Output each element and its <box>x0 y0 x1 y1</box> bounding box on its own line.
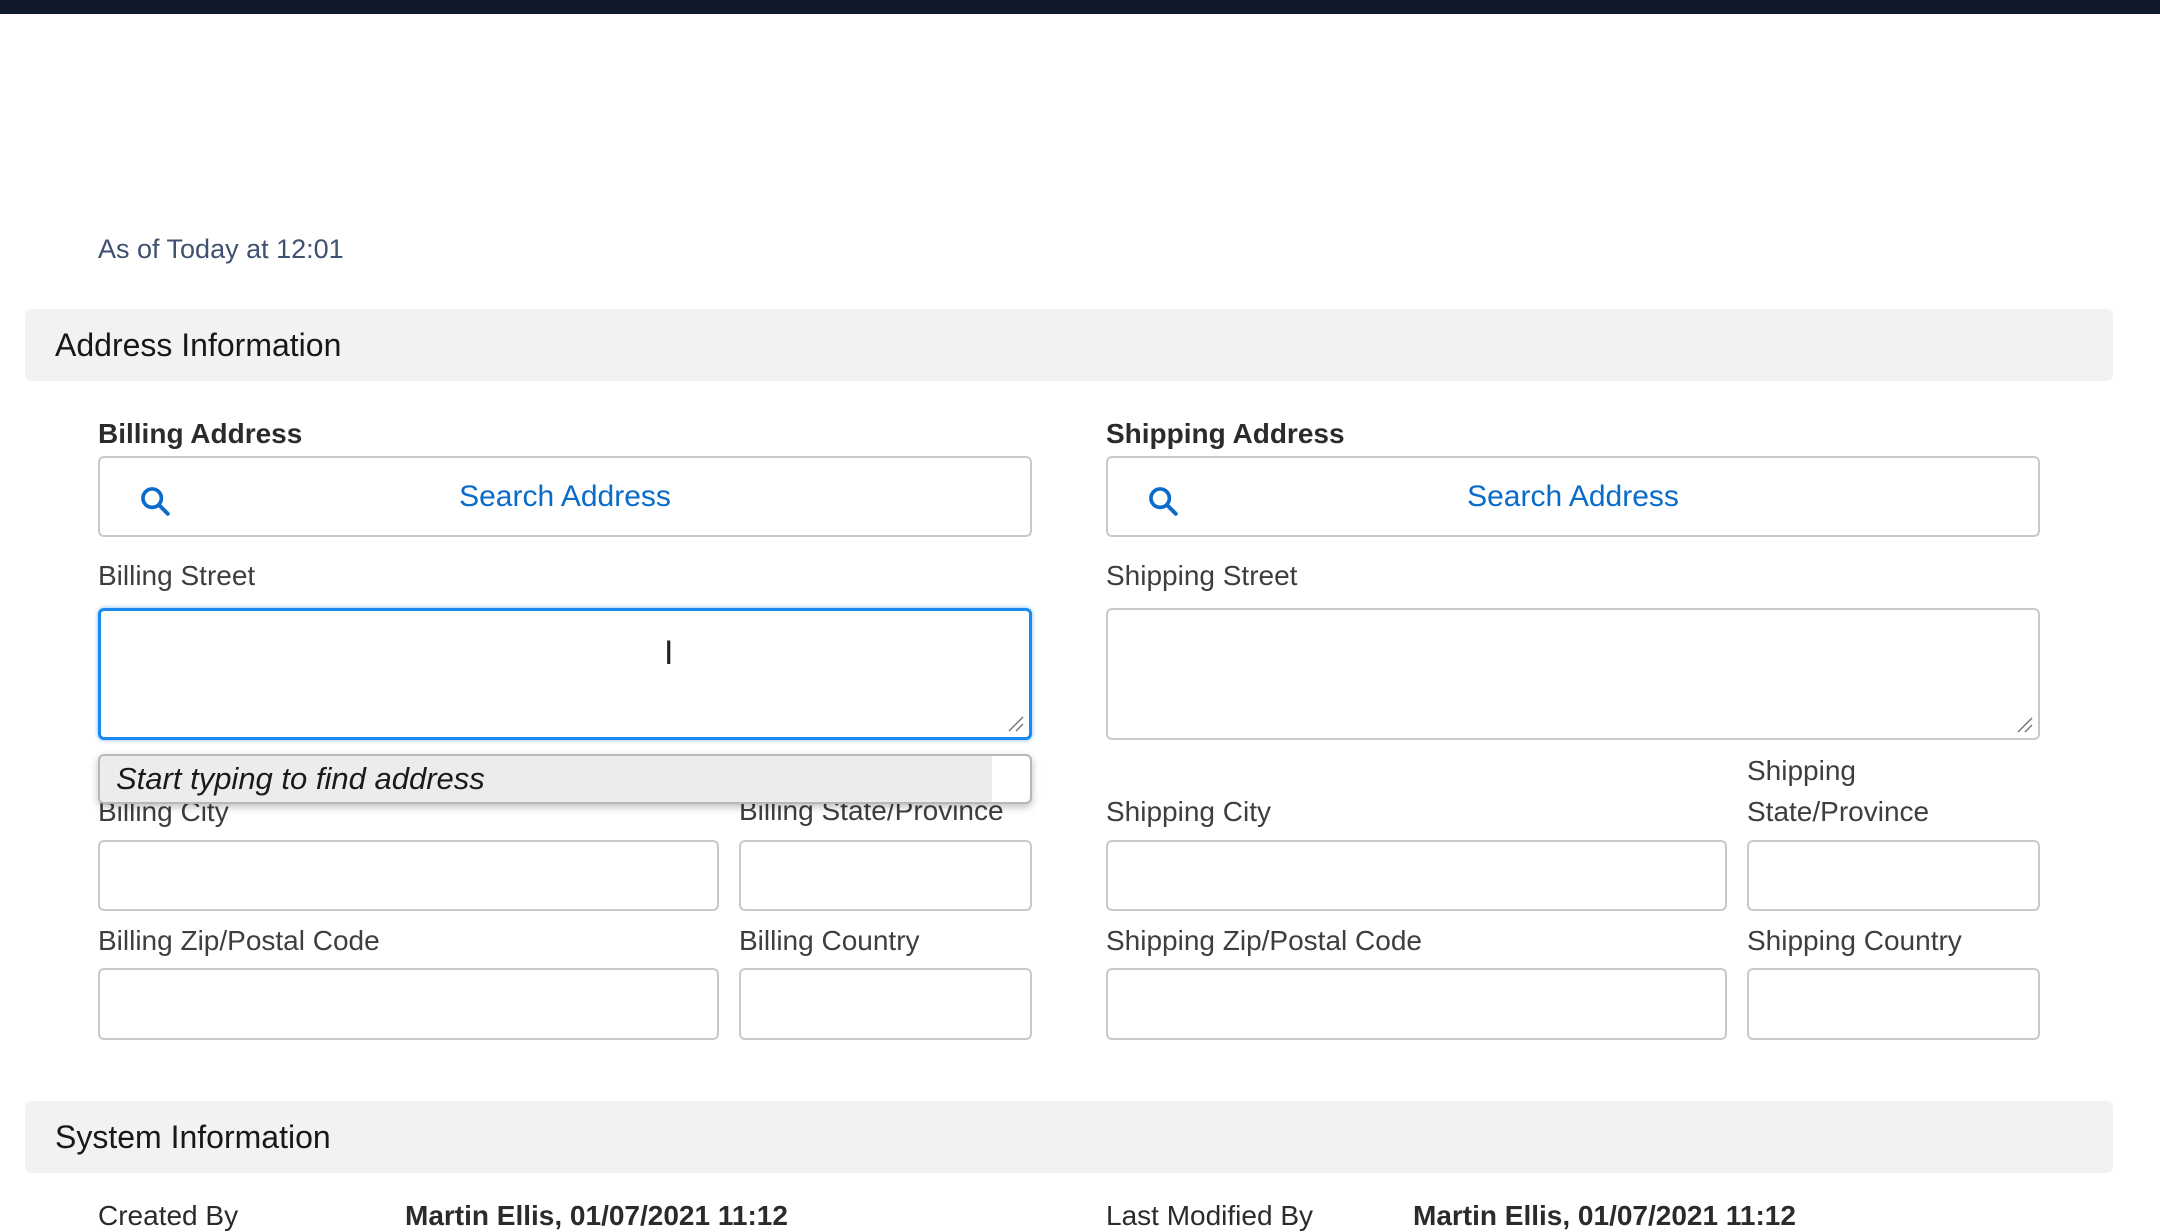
shipping-zip-label: Shipping Zip/Postal Code <box>1106 925 1422 956</box>
billing-street-textarea[interactable] <box>98 608 1032 740</box>
shipping-state-label-line2: State/Province <box>1747 795 1930 827</box>
shipping-country-label: Shipping Country <box>1747 925 1962 956</box>
search-address-label: Search Address <box>459 479 671 513</box>
section-header-address[interactable]: Address Information <box>25 309 2113 381</box>
dropdown-scrollbar[interactable] <box>992 756 1030 802</box>
search-icon <box>141 487 170 516</box>
last-modified-by-value[interactable]: Martin Ellis, 01/07/2021 11:12 <box>1413 1200 1796 1232</box>
text-cursor-icon: I <box>664 634 674 672</box>
billing-zip-input[interactable] <box>98 968 719 1040</box>
billing-search-address[interactable]: Search Address <box>98 456 1032 537</box>
shipping-city-label: Shipping City <box>1106 796 1271 827</box>
resize-grip-icon[interactable] <box>1007 715 1025 733</box>
resize-grip-icon[interactable] <box>2016 716 2034 734</box>
shipping-address-title: Shipping Address <box>1106 418 1345 449</box>
billing-address-title: Billing Address <box>98 418 303 449</box>
as-of-timestamp: As of Today at 12:01 <box>98 234 344 264</box>
billing-zip-label: Billing Zip/Postal Code <box>98 925 380 956</box>
section-header-system[interactable]: System Information <box>25 1101 2113 1173</box>
billing-country-input[interactable] <box>739 968 1032 1040</box>
created-by-value[interactable]: Martin Ellis, 01/07/2021 11:12 <box>405 1200 788 1232</box>
created-by-label: Created By <box>98 1200 239 1231</box>
shipping-street-textarea[interactable] <box>1106 608 2040 740</box>
billing-city-input[interactable] <box>98 840 719 911</box>
address-autocomplete-dropdown[interactable]: Start typing to find address <box>98 754 1032 804</box>
billing-state-input[interactable] <box>739 840 1032 911</box>
search-address-label: Search Address <box>1467 479 1679 513</box>
last-modified-by-label: Last Modified By <box>1106 1200 1313 1231</box>
shipping-country-input[interactable] <box>1747 968 2040 1040</box>
search-icon <box>1149 487 1178 516</box>
billing-street-label: Billing Street <box>98 560 256 591</box>
top-bar <box>0 0 2160 14</box>
shipping-city-input[interactable] <box>1106 840 1727 911</box>
shipping-state-label-line1: Shipping <box>1747 755 1856 786</box>
shipping-state-input[interactable] <box>1747 840 2040 911</box>
shipping-state-label: Shipping State/Province <box>1747 751 1929 832</box>
billing-country-label: Billing Country <box>739 925 920 956</box>
shipping-street-label: Shipping Street <box>1106 560 1298 591</box>
shipping-search-address[interactable]: Search Address <box>1106 456 2040 537</box>
autocomplete-hint: Start typing to find address <box>116 761 485 796</box>
shipping-zip-input[interactable] <box>1106 968 1727 1040</box>
